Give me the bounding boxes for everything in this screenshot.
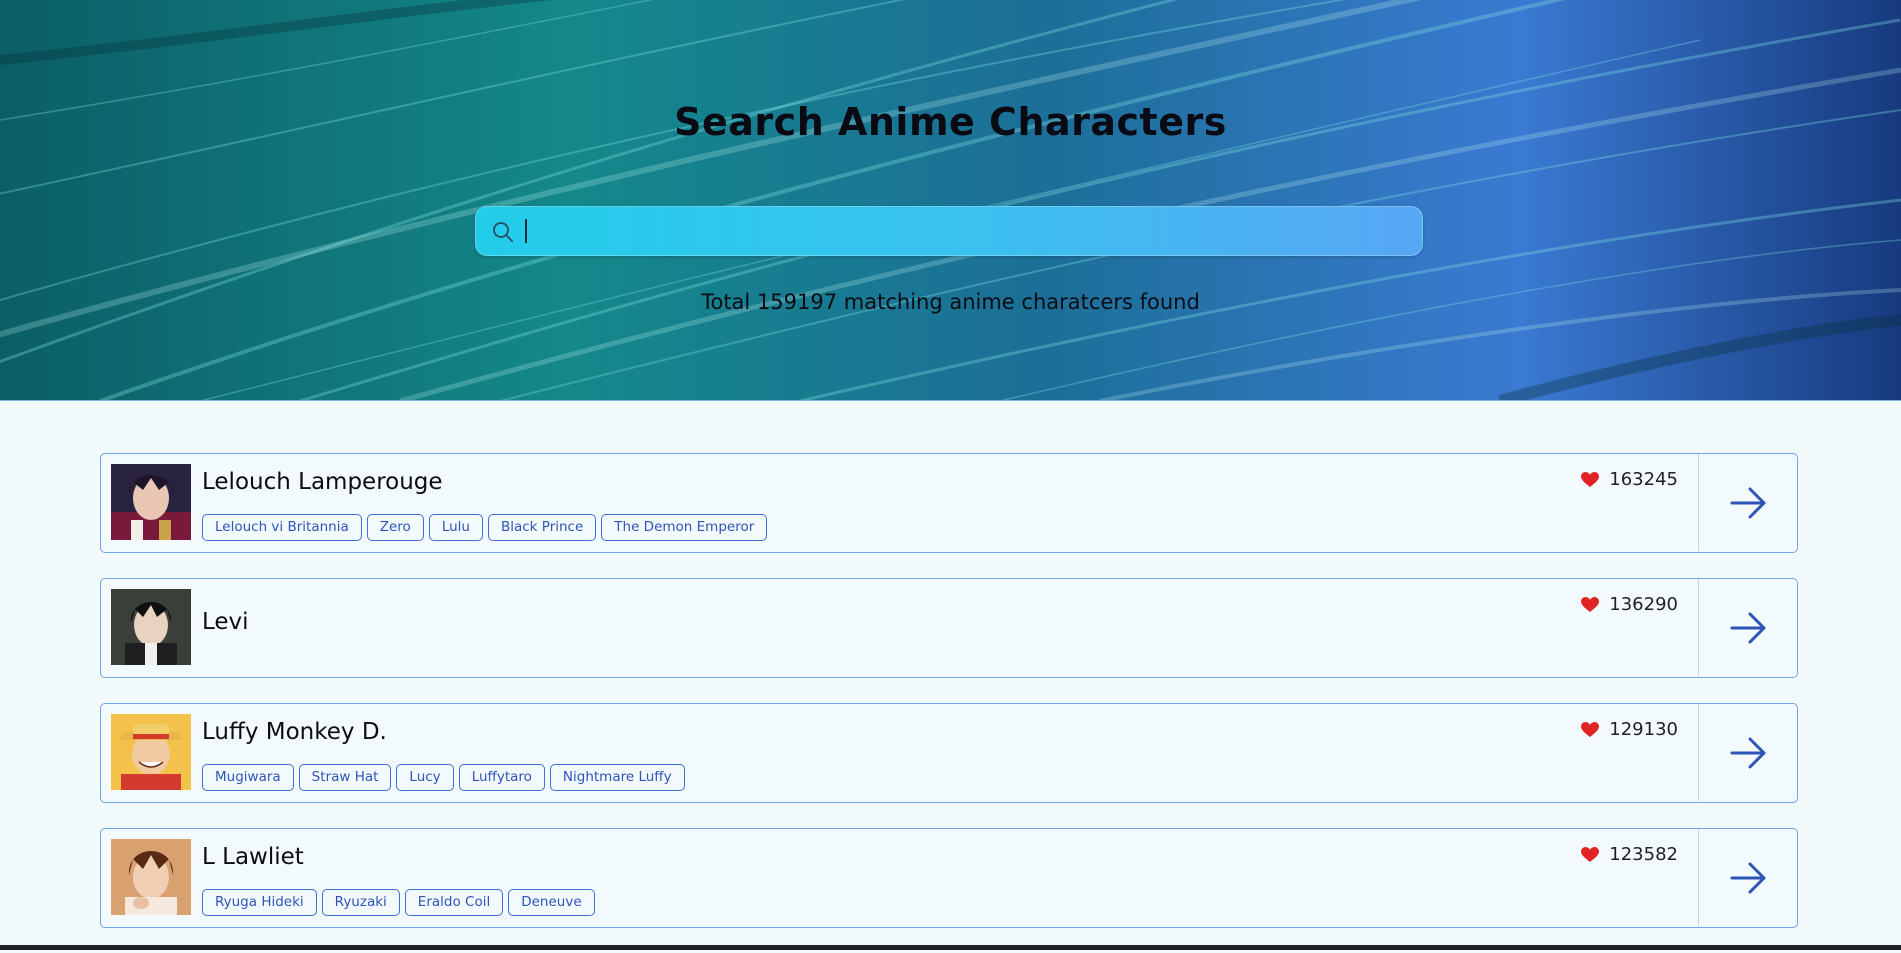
favorites-count: 163245 — [1581, 469, 1678, 490]
arrow-right-icon — [1730, 862, 1766, 893]
nickname-tag[interactable]: Mugiwara — [202, 764, 294, 791]
nickname-tag[interactable]: The Demon Emperor — [601, 514, 768, 541]
hero-background — [0, 0, 1901, 400]
nickname-tags: Lelouch vi Britannia Zero Lulu Black Pri… — [202, 514, 768, 541]
heart-icon — [1581, 721, 1600, 737]
nickname-tag[interactable]: Black Prince — [487, 514, 597, 541]
character-list: Lelouch Lamperouge Lelouch vi Britannia … — [100, 453, 1798, 953]
window-bottom-edge — [0, 945, 1901, 950]
character-avatar — [111, 589, 191, 665]
search-icon — [493, 222, 513, 242]
arrow-right-icon — [1730, 737, 1766, 768]
favorites-value: 136290 — [1609, 594, 1678, 615]
heart-icon — [1581, 471, 1600, 487]
nickname-tag[interactable]: Nightmare Luffy — [549, 764, 685, 791]
character-name[interactable]: Luffy Monkey D. — [202, 719, 387, 745]
character-card[interactable]: L Lawliet Ryuga Hideki Ryuzaki Eraldo Co… — [100, 828, 1798, 928]
character-name[interactable]: Levi — [202, 609, 249, 635]
character-card[interactable]: Levi 136290 — [100, 578, 1798, 678]
character-card[interactable]: Lelouch Lamperouge Lelouch vi Britannia … — [100, 453, 1798, 553]
character-avatar — [111, 464, 191, 540]
open-character-button[interactable] — [1698, 829, 1797, 926]
nickname-tag[interactable]: Lelouch vi Britannia — [202, 514, 362, 541]
favorites-value: 123582 — [1609, 844, 1678, 865]
nickname-tag[interactable]: Ryuzaki — [321, 889, 400, 916]
nickname-tag[interactable]: Eraldo Coil — [404, 889, 504, 916]
search-bar[interactable] — [475, 206, 1423, 256]
open-character-button[interactable] — [1698, 704, 1797, 801]
character-name[interactable]: Lelouch Lamperouge — [202, 469, 443, 495]
heart-icon — [1581, 846, 1600, 862]
nickname-tag[interactable]: Lucy — [396, 764, 454, 791]
character-avatar — [111, 839, 191, 915]
open-character-button[interactable] — [1698, 579, 1797, 676]
hero-banner: Search Anime Characters Total 159197 mat… — [0, 0, 1901, 401]
favorites-count: 136290 — [1581, 594, 1678, 615]
nickname-tag[interactable]: Luffytaro — [458, 764, 545, 791]
nickname-tag[interactable]: Lulu — [428, 514, 483, 541]
nickname-tags: Mugiwara Straw Hat Lucy Luffytaro Nightm… — [202, 764, 685, 791]
nickname-tag[interactable]: Deneuve — [508, 889, 595, 916]
nickname-tag[interactable]: Ryuga Hideki — [202, 889, 317, 916]
favorites-value: 129130 — [1609, 719, 1678, 740]
nickname-tags: Ryuga Hideki Ryuzaki Eraldo Coil Deneuve — [202, 889, 595, 916]
favorites-count: 129130 — [1581, 719, 1678, 740]
favorites-value: 163245 — [1609, 469, 1678, 490]
arrow-right-icon — [1730, 612, 1766, 643]
arrow-right-icon — [1730, 487, 1766, 518]
search-input[interactable] — [524, 215, 1404, 249]
page-title: Search Anime Characters — [674, 100, 1227, 144]
text-caret — [525, 219, 527, 243]
open-character-button[interactable] — [1698, 454, 1797, 551]
nickname-tag[interactable]: Zero — [366, 514, 424, 541]
character-avatar — [111, 714, 191, 790]
character-name[interactable]: L Lawliet — [202, 844, 304, 870]
character-card[interactable]: Luffy Monkey D. Mugiwara Straw Hat Lucy … — [100, 703, 1798, 803]
heart-icon — [1581, 596, 1600, 612]
result-count: Total 159197 matching anime charatcers f… — [701, 290, 1200, 314]
nickname-tag[interactable]: Straw Hat — [298, 764, 392, 791]
favorites-count: 123582 — [1581, 844, 1678, 865]
